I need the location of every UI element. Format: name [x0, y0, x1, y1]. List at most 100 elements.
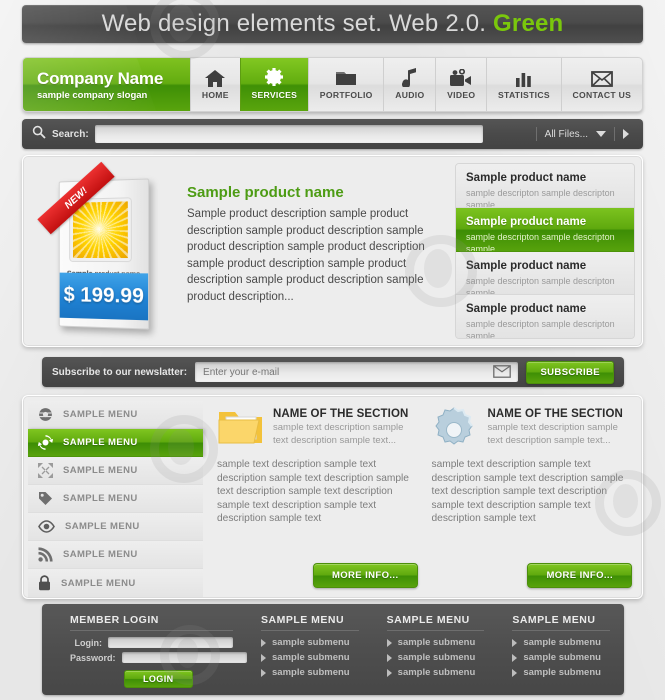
search-filter-group: All Files...	[535, 127, 629, 141]
product-list-item[interactable]: Sample product name sample descripton sa…	[456, 251, 634, 296]
content-panel: SAMPLE MENU SAMPLE MENU SAMPLE MENU SAMP…	[22, 395, 643, 599]
product-list-item-title: Sample product name	[466, 303, 587, 316]
footer-submenu-item[interactable]: sample submenu	[512, 652, 610, 663]
chevron-right-icon	[386, 668, 392, 677]
search-icon	[32, 125, 46, 144]
gear-icon	[432, 406, 480, 450]
gear-icon	[264, 68, 284, 87]
login-field-row: Login:	[70, 637, 233, 648]
nav-item-home[interactable]: HOME	[190, 58, 240, 111]
search-bar: Search: All Files...	[22, 119, 643, 149]
login-input[interactable]	[108, 637, 233, 648]
chevron-right-icon	[261, 638, 266, 647]
nav-item-statistics[interactable]: STATISTICS	[486, 58, 561, 111]
sidebar-item-eye[interactable]: SAMPLE MENU	[28, 513, 203, 541]
member-login-heading: MEMBER LOGIN	[70, 614, 233, 631]
sidebar-item-globe[interactable]: SAMPLE MENU	[28, 401, 203, 429]
member-login-block: MEMBER LOGIN Login: Password: LOGIN	[42, 614, 247, 695]
footer-menu-2: SAMPLE MENU sample submenu sample submen…	[373, 614, 499, 695]
footer-menu-3: SAMPLE MENU sample submenu sample submen…	[498, 614, 624, 695]
sidebar-item-tag[interactable]: SAMPLE MENU	[28, 485, 203, 513]
content-pane-gear: NAME OF THE SECTION sample text descript…	[431, 406, 632, 588]
folder-icon	[336, 69, 357, 87]
footer-submenu-item[interactable]: sample submenu	[512, 667, 610, 678]
brand-sheen	[23, 58, 163, 111]
nav-label-statistics: STATISTICS	[498, 90, 550, 100]
sidebar-item-refresh[interactable]: SAMPLE MENU	[28, 429, 203, 457]
lock-icon	[38, 575, 51, 591]
pane-footer: MORE INFO...	[432, 563, 632, 588]
page-title-bar: Web design elements set. Web 2.0. Green	[22, 5, 643, 43]
login-button[interactable]: LOGIN	[124, 670, 193, 688]
sidebar-item-lock[interactable]: SAMPLE MENU	[28, 569, 203, 597]
footer-submenu-label: sample submenu	[272, 667, 350, 678]
product-showcase-panel: Sample product name $ 199.99 NEW! Sample…	[22, 155, 643, 347]
pane-body-text: sample text description sample text desc…	[217, 459, 409, 525]
footer-submenu-item[interactable]: sample submenu	[512, 637, 610, 648]
product-list-item[interactable]: Sample product name sample descripton sa…	[456, 207, 634, 252]
nav-item-contact-us[interactable]: CONTACT US	[560, 58, 642, 111]
footer-submenu-item[interactable]: sample submenu	[386, 667, 485, 678]
newsletter-email-input[interactable]	[195, 362, 519, 382]
search-filter-value[interactable]: All Files...	[545, 129, 588, 140]
sidebar-menu: SAMPLE MENU SAMPLE MENU SAMPLE MENU SAMP…	[23, 396, 203, 598]
brand-block[interactable]: Company Name sample company slogan	[23, 58, 190, 111]
chevron-right-icon	[512, 638, 518, 647]
video-camera-icon	[450, 69, 472, 87]
password-field-row: Password:	[70, 652, 247, 663]
footer-submenu-label: sample submenu	[272, 652, 350, 663]
more-info-button[interactable]: MORE INFO...	[312, 563, 418, 588]
footer-submenu-item[interactable]: sample submenu	[261, 637, 359, 648]
chevron-right-icon	[261, 653, 266, 662]
page-title-main: Web design elements set. Web 2.0.	[101, 10, 487, 37]
nav-item-audio[interactable]: AUDIO	[383, 58, 436, 111]
rss-icon	[38, 547, 53, 562]
nav-item-services[interactable]: SERVICES	[239, 58, 308, 111]
pane-title: NAME OF THE SECTION	[273, 408, 409, 420]
product-list-item-title: Sample product name	[466, 259, 587, 272]
envelope-icon	[493, 365, 512, 383]
search-submit-icon[interactable]	[623, 129, 629, 139]
subscribe-button[interactable]: SUBSCRIBE	[526, 360, 614, 384]
product-list-item-sub: sample descripton sample descripton samp…	[466, 188, 615, 208]
search-input[interactable]	[94, 125, 483, 143]
product-description: Sample product description sample produc…	[187, 208, 425, 303]
nav-label-video: VIDEO	[447, 90, 476, 100]
pane-body-text: sample text description sample text desc…	[431, 459, 624, 525]
tag-icon	[38, 491, 53, 506]
nav-label-portfolio: PORTFOLIO	[319, 90, 373, 100]
sidebar-item-label: SAMPLE MENU	[65, 521, 140, 532]
sidebar-item-expand[interactable]: SAMPLE MENU	[28, 457, 203, 485]
sidebar-item-rss[interactable]: SAMPLE MENU	[28, 541, 203, 569]
product-title: Sample product name	[187, 184, 344, 201]
product-list-item-sub: sample descripton sample descripton samp…	[466, 319, 615, 338]
nav-item-video[interactable]: VIDEO	[435, 58, 487, 111]
product-box-figure: Sample product name $ 199.99 NEW!	[37, 161, 165, 346]
footer-submenu-item[interactable]: sample submenu	[386, 637, 485, 648]
content-pane-folder: NAME OF THE SECTION sample text descript…	[217, 406, 418, 588]
nav-item-portfolio[interactable]: PORTFOLIO	[307, 58, 384, 111]
product-list-item[interactable]: Sample product name sample descripton sa…	[456, 164, 634, 208]
envelope-icon	[590, 69, 613, 87]
sidebar-item-label: SAMPLE MENU	[61, 577, 136, 589]
product-text-block: Sample product name Sample product descr…	[165, 166, 455, 346]
sidebar-item-label: SAMPLE MENU	[63, 437, 138, 448]
footer-submenu-label: sample submenu	[523, 637, 601, 648]
more-info-button[interactable]: MORE INFO...	[527, 563, 632, 588]
footer-submenu-item[interactable]: sample submenu	[261, 667, 359, 678]
newsletter-input-wrap	[195, 362, 519, 383]
footer-submenu-item[interactable]: sample submenu	[386, 652, 485, 663]
product-list-item[interactable]: Sample product name sample descripton sa…	[456, 295, 634, 338]
main-navigation: Company Name sample company slogan HOME …	[22, 57, 643, 112]
password-input[interactable]	[121, 652, 247, 663]
chevron-down-icon[interactable]	[596, 131, 606, 137]
pane-header: NAME OF THE SECTION sample text descript…	[217, 406, 418, 450]
footer-submenu-label: sample submenu	[523, 652, 601, 663]
footer-submenu-item[interactable]: sample submenu	[261, 652, 359, 663]
footer-submenu-label: sample submenu	[272, 637, 350, 648]
pane-subtitle: sample text description sample text desc…	[487, 422, 618, 446]
sidebar-item-label: SAMPLE MENU	[63, 493, 138, 504]
pane-footer: MORE INFO...	[217, 563, 418, 588]
home-icon	[205, 69, 226, 87]
sidebar-item-label: SAMPLE MENU	[63, 409, 138, 420]
